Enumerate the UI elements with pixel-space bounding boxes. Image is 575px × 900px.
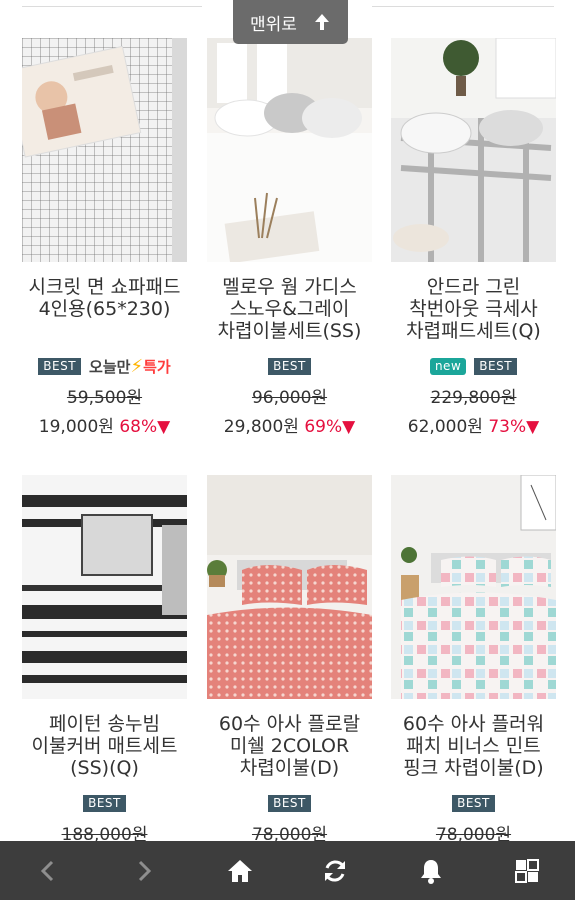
sale-price: 62,000원: [407, 417, 483, 437]
product-image[interactable]: [207, 475, 372, 699]
discount-rate: 68%▼: [119, 417, 171, 437]
discount-rate: 69%▼: [304, 417, 356, 437]
sale-price: 19,000원: [38, 417, 114, 437]
scroll-to-top-label: 맨위로: [250, 14, 297, 35]
forward-icon: [138, 860, 151, 881]
product-image[interactable]: [22, 475, 187, 699]
refresh-icon: [325, 860, 346, 881]
product-card[interactable]: 시크릿 면 쇼파패드 4인용(65*230) BEST 오늘만 ⚡ 특가 59,…: [22, 38, 187, 437]
tabs-button[interactable]: [497, 841, 557, 900]
product-card[interactable]: 60수 아사 플러워 패치 비너스 민트 핑크 차렵이불(D) BEST 78,…: [391, 475, 556, 845]
home-icon: [227, 859, 252, 882]
product-title[interactable]: 60수 아사 플러워 패치 비너스 민트 핑크 차렵이불(D): [391, 713, 556, 779]
product-card[interactable]: 멜로우 웜 가디스 스노우&그레이 차렵이불세트(SS) BEST 96,000…: [207, 38, 372, 437]
badge-row: BEST 오늘만 ⚡ 특가: [22, 355, 187, 377]
best-badge: BEST: [452, 794, 495, 812]
original-price: 229,800원: [430, 388, 517, 408]
discount-rate: 73%▼: [488, 417, 540, 437]
product-title[interactable]: 시크릿 면 쇼파패드 4인용(65*230): [22, 276, 187, 342]
original-price: 59,500원: [66, 388, 143, 408]
today-deal-suffix: 특가: [143, 357, 171, 376]
scroll-to-top-button[interactable]: 맨위로: [233, 0, 348, 44]
best-badge: BEST: [268, 357, 311, 375]
header-divider-right: [372, 6, 554, 7]
back-button[interactable]: [18, 841, 78, 900]
refresh-button[interactable]: [305, 841, 365, 900]
product-title[interactable]: 멜로우 웜 가디스 스노우&그레이 차렵이불세트(SS): [207, 276, 372, 342]
badge-row: BEST: [391, 792, 556, 814]
best-badge: BEST: [83, 794, 126, 812]
product-image[interactable]: [207, 38, 372, 262]
best-badge: BEST: [268, 794, 311, 812]
tabs-icon: [515, 858, 540, 883]
bell-icon: [421, 859, 442, 884]
original-price: 96,000원: [251, 388, 328, 408]
forward-button[interactable]: [114, 841, 174, 900]
header-divider-left: [22, 6, 202, 7]
product-card[interactable]: 안드라 그린 착번아웃 극세사 차렵패드세트(Q) new BEST 229,8…: [391, 38, 556, 437]
sale-price-row: 29,800원 69%▼: [207, 412, 372, 437]
badge-row: BEST: [207, 792, 372, 814]
notifications-button[interactable]: [401, 841, 461, 900]
best-badge: BEST: [474, 357, 518, 375]
lightning-icon: ⚡: [130, 355, 144, 377]
product-title[interactable]: 안드라 그린 착번아웃 극세사 차렵패드세트(Q): [391, 276, 556, 342]
product-title[interactable]: 페이턴 송누빔 이불커버 매트세트(SS)(Q): [22, 713, 187, 779]
sale-price-row: 62,000원 73%▼: [391, 412, 556, 437]
product-card[interactable]: 60수 아사 플로랄 미쉘 2COLOR 차렵이불(D) BEST 78,000…: [207, 475, 372, 845]
badge-row: BEST: [22, 792, 187, 814]
home-button[interactable]: [210, 841, 270, 900]
product-image[interactable]: [391, 475, 556, 699]
product-image[interactable]: [391, 38, 556, 262]
new-badge: new: [429, 357, 467, 375]
badge-row: new BEST: [391, 355, 556, 377]
sale-price-row: 19,000원 68%▼: [22, 412, 187, 437]
product-title[interactable]: 60수 아사 플로랄 미쉘 2COLOR 차렵이불(D): [207, 713, 372, 779]
product-card[interactable]: 페이턴 송누빔 이불커버 매트세트(SS)(Q) BEST 188,000원: [22, 475, 187, 845]
back-icon: [40, 860, 53, 881]
today-deal-prefix: 오늘만: [89, 357, 131, 376]
arrow-up-icon: [314, 14, 329, 30]
badge-row: BEST: [207, 355, 372, 377]
best-badge: BEST: [38, 357, 82, 375]
today-deal-label: 오늘만 ⚡ 특가: [89, 356, 171, 377]
sale-price: 29,800원: [223, 417, 299, 437]
bottom-navigation-bar: [0, 841, 575, 900]
product-image[interactable]: [22, 38, 187, 262]
